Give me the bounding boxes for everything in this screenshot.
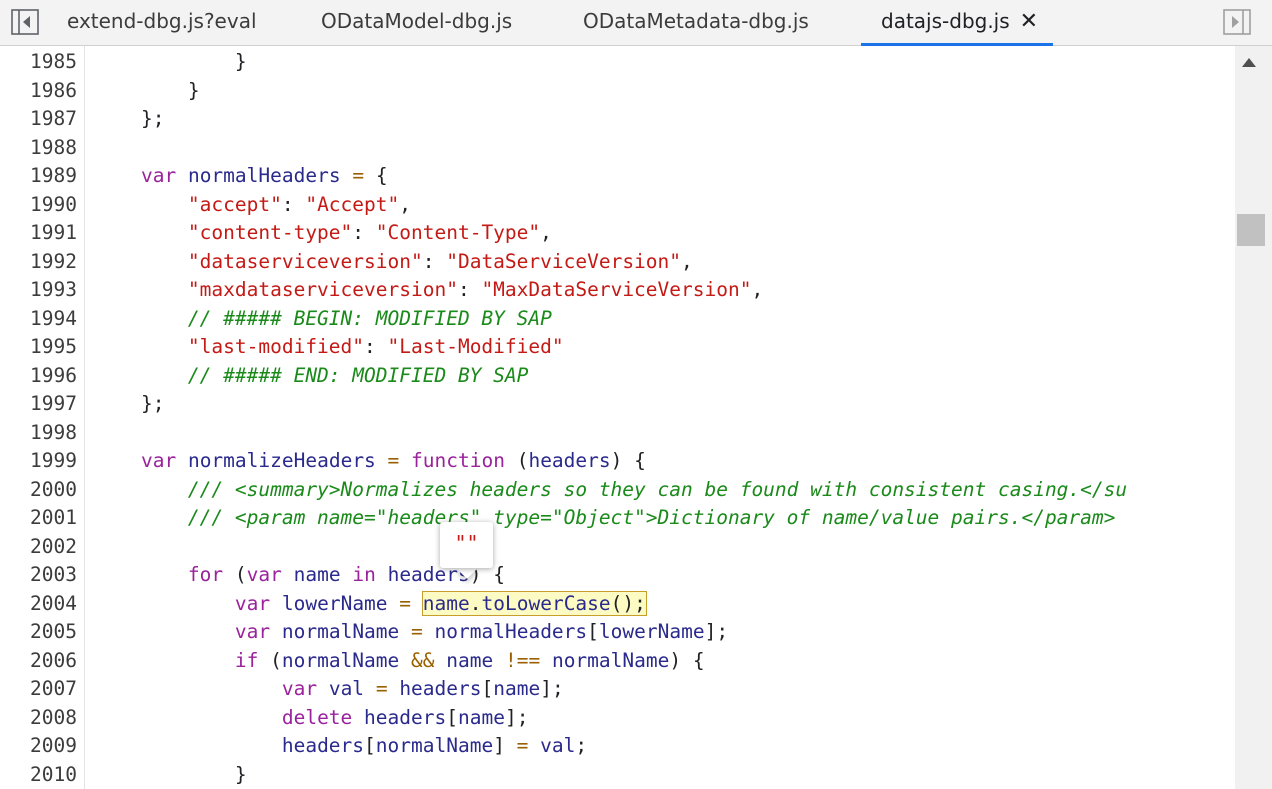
tab-label: ODataMetadata-dbg.js <box>583 9 809 33</box>
evaluated-expression-highlight[interactable]: name.toLowerCase(); <box>421 590 647 616</box>
line-number[interactable]: 2002 <box>0 533 77 562</box>
tab-datajs-dbg[interactable]: datajs-dbg.js ✕ <box>861 0 1053 46</box>
code-line[interactable]: } <box>94 48 247 77</box>
line-number[interactable]: 1991 <box>0 219 77 248</box>
tooltip-value: "" <box>454 531 479 555</box>
line-number[interactable]: 1986 <box>0 77 77 106</box>
code-line[interactable]: } <box>94 761 247 789</box>
line-number[interactable]: 1989 <box>0 162 77 191</box>
tab-odatamodel-dbg[interactable]: ODataModel-dbg.js <box>321 0 512 46</box>
code-line[interactable]: }; <box>94 390 165 419</box>
line-number[interactable]: 2005 <box>0 618 77 647</box>
code-line[interactable]: "maxdataserviceversion": "MaxDataService… <box>94 276 763 305</box>
code-line[interactable]: "content-type": "Content-Type", <box>94 219 552 248</box>
code-line[interactable]: // ##### BEGIN: MODIFIED BY SAP <box>94 305 552 334</box>
line-number[interactable]: 2007 <box>0 675 77 704</box>
vertical-scrollbar[interactable] <box>1235 46 1272 789</box>
tab-bar: extend-dbg.js?eval ODataModel-dbg.js ODa… <box>0 0 1272 46</box>
code-editor[interactable]: 1985 1986 1987 1988 1989 1990 1991 1992 1993 1994… <box>0 46 1235 789</box>
line-number[interactable]: 2006 <box>0 647 77 676</box>
line-number[interactable]: 2009 <box>0 732 77 761</box>
line-number[interactable]: 1999 <box>0 447 77 476</box>
sidebar-toggle-left-icon[interactable] <box>11 9 39 35</box>
code-line[interactable]: delete headers[name]; <box>94 704 529 733</box>
scrollbar-thumb[interactable] <box>1237 214 1265 246</box>
tab-label: datajs-dbg.js <box>881 9 1010 33</box>
sidebar-toggle-right-icon[interactable] <box>1223 9 1251 35</box>
code-line[interactable]: var normalName = normalHeaders[lowerName… <box>94 618 728 647</box>
line-number[interactable]: 2008 <box>0 704 77 733</box>
line-number[interactable]: 2010 <box>0 761 77 789</box>
tab-label: ODataModel-dbg.js <box>321 9 513 33</box>
line-number[interactable]: 1994 <box>0 305 77 334</box>
scroll-up-arrow-icon[interactable] <box>1242 58 1256 67</box>
code-line[interactable]: var val = headers[name]; <box>94 675 564 704</box>
tab-label: extend-dbg.js?eval <box>67 9 257 33</box>
line-number[interactable]: 1985 <box>0 48 77 77</box>
code-line[interactable]: "dataserviceversion": "DataServiceVersio… <box>94 248 693 277</box>
code-line[interactable]: var normalizeHeaders = function (headers… <box>94 447 646 476</box>
close-icon[interactable]: ✕ <box>1020 1 1038 43</box>
code-line[interactable]: // ##### END: MODIFIED BY SAP <box>94 362 528 391</box>
tab-extend-dbg[interactable]: extend-dbg.js?eval <box>67 0 257 46</box>
line-number[interactable]: 2001 <box>0 504 77 533</box>
line-number[interactable]: 1993 <box>0 276 77 305</box>
line-number[interactable]: 1996 <box>0 362 77 391</box>
code-line[interactable]: /// <summary>Normalizes headers so they … <box>94 476 1127 505</box>
line-number[interactable]: 1988 <box>0 134 77 163</box>
line-number[interactable]: 1998 <box>0 419 77 448</box>
tab-odatametadata-dbg[interactable]: ODataMetadata-dbg.js <box>583 0 809 46</box>
code-line[interactable]: /// <param name="headers" type="Object">… <box>94 504 1115 533</box>
code-line[interactable]: var lowerName = name.toLowerCase(); <box>94 590 647 619</box>
code-line[interactable]: "last-modified": "Last-Modified" <box>94 333 564 362</box>
code-line[interactable]: }; <box>94 105 165 134</box>
line-number[interactable]: 1987 <box>0 105 77 134</box>
line-number[interactable]: 2003 <box>0 561 77 590</box>
code-line[interactable]: "accept": "Accept", <box>94 191 411 220</box>
line-number-gutter[interactable]: 1985 1986 1987 1988 1989 1990 1991 1992 1993 1994… <box>0 46 85 789</box>
code-line[interactable]: headers[normalName] = val; <box>94 732 587 761</box>
code-line[interactable]: if (normalName && name !== normalName) { <box>94 647 705 676</box>
line-number[interactable]: 2004 <box>0 590 77 619</box>
line-number[interactable]: 1990 <box>0 191 77 220</box>
line-number[interactable]: 1992 <box>0 248 77 277</box>
line-number[interactable]: 1995 <box>0 333 77 362</box>
line-number[interactable]: 2000 <box>0 476 77 505</box>
line-number[interactable]: 1997 <box>0 390 77 419</box>
code-line[interactable]: var normalHeaders = { <box>94 162 388 191</box>
value-tooltip: "" <box>440 522 493 568</box>
code-line[interactable]: } <box>94 77 200 106</box>
